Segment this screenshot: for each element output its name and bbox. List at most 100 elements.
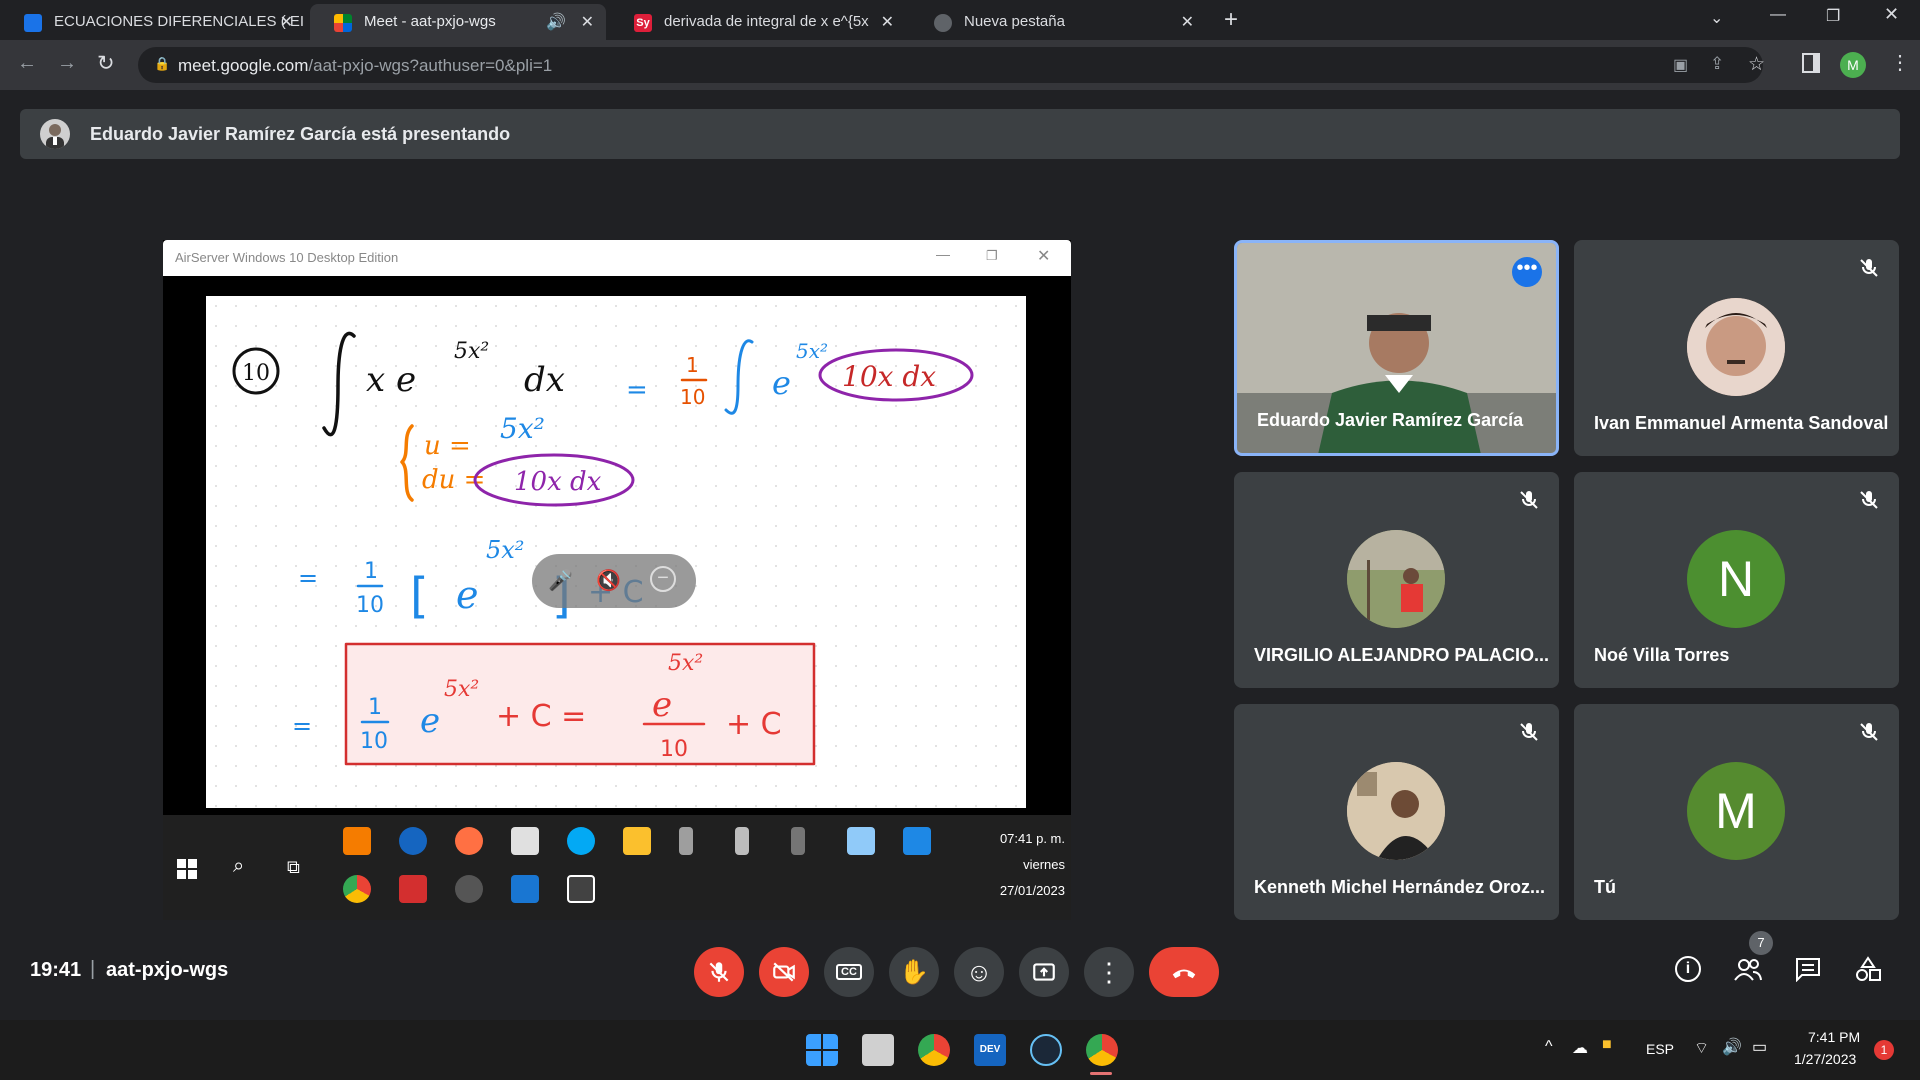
device-icon[interactable] <box>679 827 693 855</box>
address-bar[interactable]: 🔒 meet.google.com/aat-pxjo-wgs?authuser=… <box>138 47 1765 83</box>
presenting-text: Eduardo Javier Ramírez García está prese… <box>90 124 511 144</box>
participant-name: Eduardo Javier Ramírez García <box>1257 410 1524 430</box>
app-icon[interactable] <box>343 827 371 855</box>
settings-gear-icon[interactable] <box>455 875 483 903</box>
task-view-icon[interactable] <box>862 1034 894 1066</box>
bookmark-star-icon[interactable]: ☆ <box>1748 53 1765 76</box>
activities-button[interactable] <box>1846 947 1890 991</box>
windows-start-icon[interactable] <box>806 1034 838 1066</box>
mic-muted-icon <box>1857 256 1881 280</box>
microphone-toggle-button[interactable] <box>694 947 744 997</box>
shared-screen: AirServer Windows 10 Desktop Edition — ❐… <box>163 240 1071 920</box>
file-explorer-icon[interactable] <box>623 827 651 855</box>
windows-start-icon[interactable] <box>177 859 197 879</box>
close-icon[interactable]: ✕ <box>1037 246 1050 266</box>
tab-title: Meet - aat-pxjo-wgs <box>364 13 496 30</box>
photos-icon[interactable] <box>511 875 539 903</box>
tab-ecuaciones[interactable]: ECUACIONES DIFERENCIALES ( EI ✕ <box>0 4 305 40</box>
captions-button[interactable]: CC <box>824 947 874 997</box>
present-screen-button[interactable] <box>1019 947 1069 997</box>
new-tab-button[interactable]: + <box>1224 6 1238 34</box>
steam-icon[interactable] <box>1030 1034 1062 1066</box>
camera-toggle-button[interactable] <box>759 947 809 997</box>
leave-call-button[interactable] <box>1149 947 1219 997</box>
device-icon[interactable] <box>735 827 749 855</box>
participant-tile-kenneth[interactable]: Kenneth Michel Hernández Oroz... <box>1234 704 1559 920</box>
svg-text:1: 1 <box>364 559 378 584</box>
chrome-icon <box>934 14 952 32</box>
minimize-overlay-icon[interactable]: − <box>650 566 676 592</box>
svg-text:+ C: + C <box>726 707 782 742</box>
reload-icon[interactable]: ↻ <box>97 51 115 76</box>
language-indicator[interactable]: ESP <box>1646 1041 1674 1057</box>
more-options-button[interactable]: ⋮ <box>1084 947 1134 997</box>
close-tab-icon[interactable]: ✕ <box>1181 12 1194 32</box>
tab-search-icon[interactable]: ⌄ <box>1710 8 1723 28</box>
devcpp-icon[interactable]: DEV <box>974 1034 1006 1066</box>
active-app-indicator <box>1090 1072 1112 1075</box>
camera-blocked-icon[interactable]: ▣ <box>1673 55 1688 75</box>
meeting-details-button[interactable]: i <box>1666 947 1710 991</box>
device-icon[interactable] <box>791 827 805 855</box>
mic-off-icon[interactable]: 🎤 <box>548 568 573 593</box>
chat-button[interactable] <box>1786 947 1830 991</box>
participant-tile-virgilio[interactable]: VIRGILIO ALEJANDRO PALACIO... <box>1234 472 1559 688</box>
participant-tile-self[interactable]: M Tú <box>1574 704 1899 920</box>
minimize-icon[interactable]: — <box>1770 6 1786 24</box>
side-panel-icon[interactable] <box>1802 53 1820 73</box>
system-time[interactable]: 7:41 PM <box>1808 1029 1860 1045</box>
internet-explorer-icon[interactable] <box>399 827 427 855</box>
speaker-off-icon[interactable]: 🔇 <box>596 568 621 593</box>
close-window-icon[interactable]: ✕ <box>1884 4 1899 25</box>
share-icon[interactable]: ⇪ <box>1710 54 1724 74</box>
store-icon[interactable] <box>511 827 539 855</box>
chrome-icon[interactable] <box>343 875 371 903</box>
chrome-menu-icon[interactable]: ⋮ <box>1890 50 1910 75</box>
participant-tile-noe[interactable]: N Noé Villa Torres <box>1574 472 1899 688</box>
mail-icon[interactable] <box>903 827 931 855</box>
hand-icon: ✋ <box>899 958 929 986</box>
minimize-icon[interactable]: — <box>936 246 950 262</box>
system-date[interactable]: 1/27/2023 <box>1794 1051 1856 1067</box>
tab-meet[interactable]: Meet - aat-pxjo-wgs 🔊 ✕ <box>310 4 606 40</box>
raise-hand-button[interactable]: ✋ <box>889 947 939 997</box>
mic-muted-icon <box>1517 720 1541 744</box>
tray-app-icon[interactable]: ■ <box>1602 1036 1612 1054</box>
back-icon[interactable]: ← <box>17 52 37 75</box>
wifi-icon[interactable]: ⌔ <box>1694 1038 1709 1058</box>
notification-badge[interactable]: 1 <box>1874 1040 1894 1060</box>
info-icon: i <box>1675 956 1701 982</box>
more-options-icon[interactable]: ••• <box>1512 257 1542 287</box>
close-tab-icon[interactable]: ✕ <box>581 12 594 32</box>
restore-icon[interactable]: ❐ <box>986 248 998 264</box>
tab-symbolab[interactable]: Sy derivada de integral de x e^{5x^ ✕ <box>610 4 906 40</box>
forward-icon[interactable]: → <box>57 52 77 75</box>
onedrive-icon[interactable]: ☁ <box>1572 1038 1588 1058</box>
search-icon[interactable]: ⌕ <box>233 855 244 878</box>
edge-icon[interactable] <box>567 827 595 855</box>
remote-taskbar: ⌕ ⧉ 07:41 p. m. viernes 27/01/2023 <box>163 815 1071 920</box>
profile-avatar[interactable]: M <box>1840 52 1866 78</box>
task-view-icon[interactable]: ⧉ <box>287 857 300 878</box>
close-tab-icon[interactable]: ✕ <box>881 12 894 32</box>
airserver-title: AirServer Windows 10 Desktop Edition <box>175 250 399 265</box>
restore-icon[interactable]: ❐ <box>1826 6 1840 26</box>
chrome-profile-icon[interactable] <box>1086 1034 1118 1066</box>
reactions-button[interactable]: ☺ <box>954 947 1004 997</box>
chevron-up-icon[interactable]: ^ <box>1545 1038 1553 1056</box>
people-button[interactable]: 7 <box>1726 931 1773 991</box>
avatar <box>1687 298 1785 396</box>
participant-tile-eduardo[interactable]: ••• Eduardo Javier Ramírez García <box>1234 240 1559 456</box>
acrobat-icon[interactable] <box>399 875 427 903</box>
avatar <box>1347 530 1445 628</box>
app-icon[interactable] <box>567 875 595 903</box>
notes-icon[interactable] <box>847 827 875 855</box>
chrome-icon[interactable] <box>918 1034 950 1066</box>
firefox-icon[interactable] <box>455 827 483 855</box>
close-tab-icon[interactable]: ✕ <box>280 12 293 32</box>
tab-new[interactable]: Nueva pestaña ✕ <box>910 4 1206 40</box>
speaker-icon[interactable]: 🔊 <box>546 12 566 32</box>
battery-icon[interactable]: ▭ <box>1752 1037 1767 1057</box>
volume-icon[interactable]: 🔊 <box>1722 1037 1742 1057</box>
participant-tile-ivan[interactable]: Ivan Emmanuel Armenta Sandoval <box>1574 240 1899 456</box>
